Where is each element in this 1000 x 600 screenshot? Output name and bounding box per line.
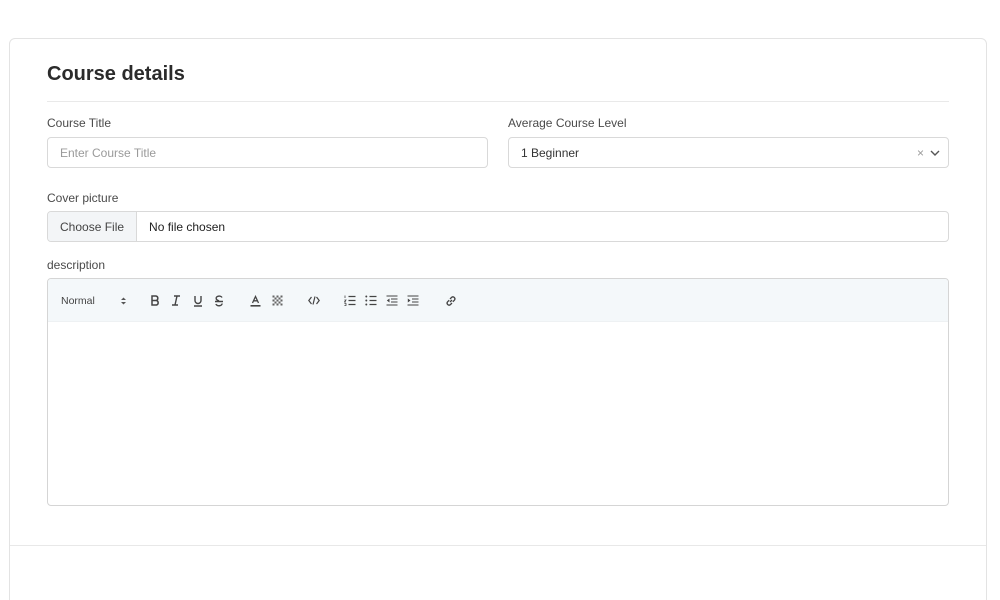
course-title-label: Course Title (47, 116, 112, 130)
indent-icon[interactable] (406, 279, 420, 322)
underline-icon[interactable] (191, 279, 205, 322)
editor-toolbar: Normal (48, 279, 948, 322)
ordered-list-icon[interactable] (343, 279, 357, 322)
clear-icon[interactable]: × (917, 146, 924, 160)
course-details-card: Course details Course Title Average Cour… (9, 38, 987, 600)
italic-icon[interactable] (169, 279, 183, 322)
title-divider (47, 101, 949, 102)
choose-file-button[interactable]: Choose File (48, 212, 138, 241)
header-select-arrows-icon[interactable] (118, 279, 128, 322)
code-icon[interactable] (306, 279, 322, 322)
outdent-icon[interactable] (385, 279, 399, 322)
background-color-icon[interactable] (270, 279, 284, 322)
file-name-text: No file chosen (149, 219, 226, 234)
card-footer-divider (10, 545, 986, 546)
header-select-value: Normal (61, 294, 95, 307)
page-title: Course details (47, 63, 185, 85)
course-title-input[interactable] (47, 137, 488, 168)
cover-picture-label: Cover picture (47, 191, 119, 205)
link-icon[interactable] (444, 279, 458, 322)
description-editor: Normal (47, 278, 949, 506)
bullet-list-icon[interactable] (364, 279, 378, 322)
text-color-icon[interactable] (248, 279, 262, 322)
course-level-select[interactable]: 1 Beginner × (508, 137, 949, 168)
header-select[interactable]: Normal (61, 279, 95, 322)
bold-icon[interactable] (148, 279, 162, 322)
course-level-label: Average Course Level (508, 116, 627, 130)
cover-picture-file-input[interactable]: Choose File No file chosen (47, 211, 949, 242)
editor-content-area[interactable] (48, 322, 948, 505)
course-level-value: 1 Beginner (521, 145, 580, 160)
chevron-down-icon[interactable] (930, 148, 940, 158)
strikethrough-icon[interactable] (212, 279, 226, 322)
description-label: description (47, 258, 106, 272)
